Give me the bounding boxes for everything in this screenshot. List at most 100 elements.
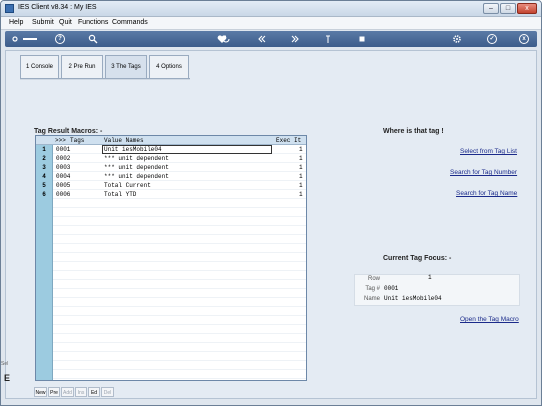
key-icon[interactable] (12, 34, 22, 44)
empty-row[interactable] (53, 262, 306, 271)
menu-functions[interactable]: Functions (78, 19, 108, 26)
settings-icon[interactable] (452, 34, 462, 44)
row-number[interactable]: 2 (36, 155, 52, 162)
minimize-button[interactable]: – (483, 3, 499, 14)
search-tag-number-link[interactable]: Search for Tag Number (450, 169, 517, 176)
cell-tag[interactable]: 0005 (56, 182, 70, 189)
help-icon[interactable]: ? (55, 34, 65, 44)
cell-exec-it[interactable]: 1 (299, 173, 303, 180)
cell-exec-it[interactable]: 1 (299, 164, 303, 171)
empty-row[interactable] (53, 307, 306, 316)
check-icon[interactable]: ✓ (487, 34, 497, 44)
tab-the-tags[interactable]: 3 The Tags (105, 55, 147, 79)
table-row[interactable]: 0001 Unit iesMobile04 1 (53, 145, 306, 154)
open-tag-macro-link[interactable]: Open the Tag Macro (460, 316, 519, 323)
empty-row[interactable] (53, 352, 306, 361)
stop-icon[interactable] (357, 34, 367, 44)
grid-title: Tag Result Macros: - (34, 128, 103, 135)
cell-exec-it[interactable]: 1 (299, 182, 303, 189)
col-header-value-names[interactable]: Value Names (104, 137, 144, 144)
empty-row[interactable] (53, 208, 306, 217)
empty-row[interactable] (53, 316, 306, 325)
maximize-button[interactable]: □ (500, 3, 516, 14)
add-button[interactable]: Add (61, 387, 74, 397)
tab-underline (20, 78, 190, 80)
fast-forward-icon[interactable] (290, 34, 300, 44)
rewind-icon[interactable] (257, 34, 267, 44)
menu-submit[interactable]: Submit (32, 19, 54, 26)
row-number[interactable]: 3 (36, 164, 52, 171)
del-button[interactable]: Del (101, 387, 114, 397)
col-header-exec-it[interactable]: Exec It (276, 137, 301, 144)
tab-console[interactable]: 1 Console (20, 55, 59, 79)
refresh-icon[interactable] (221, 34, 231, 44)
table-row[interactable]: 0004 *** unit dependent 1 (53, 172, 306, 181)
empty-row[interactable] (53, 298, 306, 307)
search-tag-name-link[interactable]: Search for Tag Name (456, 190, 517, 197)
cell-value-name[interactable]: Total YTD (104, 191, 136, 198)
empty-row[interactable] (53, 199, 306, 208)
empty-row[interactable] (53, 370, 306, 379)
pre-button[interactable]: Pre (48, 387, 60, 397)
side-stub-letter: E (4, 373, 11, 383)
upload-icon[interactable] (323, 34, 333, 44)
menu-commands[interactable]: Commands (112, 19, 148, 26)
empty-row[interactable] (53, 343, 306, 352)
empty-row[interactable] (53, 334, 306, 343)
cell-exec-it[interactable]: 1 (299, 146, 303, 153)
cell-tag[interactable]: 0004 (56, 173, 70, 180)
empty-row[interactable] (53, 325, 306, 334)
cell-value-name[interactable]: *** unit dependent (104, 155, 169, 162)
cell-exec-it[interactable]: 1 (299, 191, 303, 198)
col-header-arrow: >>> (55, 137, 66, 144)
new-button[interactable]: New (34, 387, 47, 397)
ed-button[interactable]: Ed (88, 387, 100, 397)
select-from-tag-list-link[interactable]: Select from Tag List (460, 148, 517, 155)
row-number[interactable]: 1 (36, 146, 52, 153)
cell-tag[interactable]: 0003 (56, 164, 70, 171)
cell-value-name[interactable]: *** unit dependent (104, 173, 169, 180)
empty-row[interactable] (53, 289, 306, 298)
window-title: IES Client v8.34 : My IES (18, 4, 97, 11)
name-value: Unit iesMobile04 (384, 295, 442, 302)
empty-row[interactable] (53, 217, 306, 226)
empty-row[interactable] (53, 244, 306, 253)
tag-result-grid[interactable]: >>> Tags Value Names Exec It 1 2 3 4 5 6… (35, 135, 307, 381)
cell-exec-it[interactable]: 1 (299, 155, 303, 162)
table-row[interactable]: 0003 *** unit dependent 1 (53, 163, 306, 172)
main-content: 1 Console 2 Pre Run 3 The Tags 4 Options… (5, 50, 537, 399)
ins-button[interactable]: Ins (75, 387, 87, 397)
row-number[interactable]: 5 (36, 182, 52, 189)
cell-value-name[interactable]: Unit iesMobile04 (104, 146, 162, 153)
table-row[interactable]: 0005 Total Current 1 (53, 181, 306, 190)
tab-pre-run[interactable]: 2 Pre Run (61, 55, 103, 79)
menu-quit[interactable]: Quit (59, 19, 72, 26)
empty-row[interactable] (53, 235, 306, 244)
empty-row[interactable] (53, 271, 306, 280)
empty-row[interactable] (53, 280, 306, 289)
table-row[interactable]: 0006 Total YTD 1 (53, 190, 306, 199)
grid-body: 0001 Unit iesMobile04 1 0002 *** unit de… (53, 145, 306, 380)
cell-tag[interactable]: 0002 (56, 155, 70, 162)
row-number[interactable]: 6 (36, 191, 52, 198)
cell-tag[interactable]: 0006 (56, 191, 70, 198)
empty-row[interactable] (53, 253, 306, 262)
tag-number-value: 0001 (384, 285, 399, 292)
empty-row[interactable] (53, 226, 306, 235)
app-icon (5, 4, 14, 13)
menu-help[interactable]: Help (9, 19, 23, 26)
key-icon-shaft (23, 38, 37, 40)
close-icon[interactable]: x (519, 34, 529, 44)
grid-header: >>> Tags Value Names Exec It (36, 136, 306, 145)
tag-number-label: Tag # (365, 286, 380, 292)
tab-options[interactable]: 4 Options (149, 55, 189, 79)
close-window-button[interactable]: x (517, 3, 537, 14)
table-row[interactable]: 0002 *** unit dependent 1 (53, 154, 306, 163)
empty-row[interactable] (53, 361, 306, 370)
cell-value-name[interactable]: Total Current (104, 182, 151, 189)
search-icon[interactable] (88, 34, 98, 44)
col-header-tags[interactable]: Tags (70, 137, 84, 144)
cell-tag[interactable]: 0001 (56, 146, 70, 153)
row-number[interactable]: 4 (36, 173, 52, 180)
cell-value-name[interactable]: *** unit dependent (104, 164, 169, 171)
